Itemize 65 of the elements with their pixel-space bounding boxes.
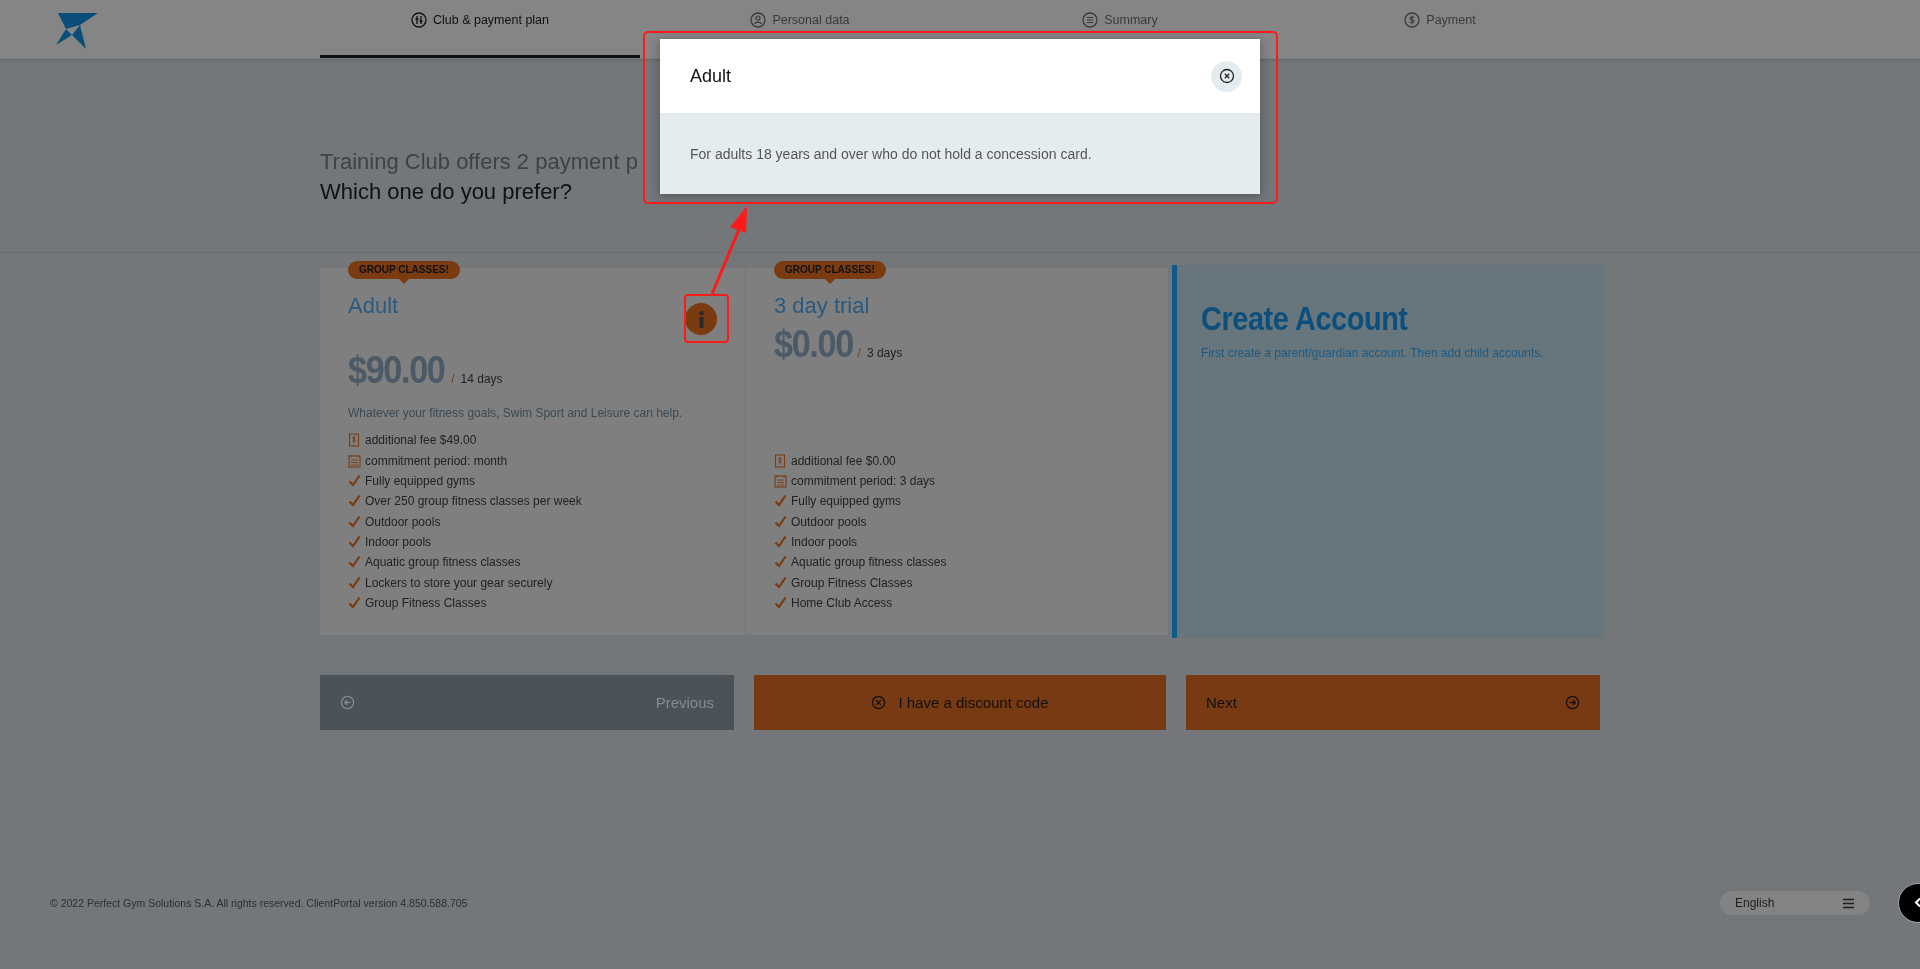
calendar-icon <box>348 453 361 468</box>
step-tab[interactable]: Personal data <box>750 11 850 29</box>
menu-icon <box>1842 897 1855 909</box>
feature-text: Outdoor pools <box>365 514 441 529</box>
list-icon <box>1082 12 1099 28</box>
info-button[interactable] <box>685 303 717 335</box>
plan-name: Adult <box>348 293 399 319</box>
check-icon <box>348 575 361 590</box>
plan-period: 3 days <box>866 346 903 360</box>
feature-text: commitment period: 3 days <box>791 474 936 489</box>
check-icon <box>774 555 787 570</box>
fee-receipt-icon <box>774 453 787 468</box>
check-icon <box>348 514 361 529</box>
check-icon <box>348 494 361 509</box>
intro-question: Which one do you prefer? <box>320 178 572 206</box>
check-icon <box>348 595 361 610</box>
check-icon <box>348 474 361 489</box>
sliders-icon <box>410 12 427 28</box>
panel-title: Create Account <box>1201 299 1409 338</box>
feature-text: Home Club Access <box>791 595 893 610</box>
next-button[interactable]: Next <box>1186 675 1600 730</box>
panel-text: First create a parent/guardian account. Then add child accounts. <box>1201 346 1545 360</box>
step-tab[interactable]: Club & payment plan <box>410 11 549 29</box>
check-icon <box>348 555 361 570</box>
plan-period: 14 days <box>460 372 503 386</box>
feature-text: Group Fitness Classes <box>791 575 913 590</box>
feature-text: Over 250 group fitness classes per week <box>365 494 582 509</box>
copyright-text: © 2022 Perfect Gym Solutions S.A. All rights reserved. ClientPortal version 4.850.588.705 <box>50 897 468 909</box>
check-icon <box>348 534 361 549</box>
person-icon <box>750 12 767 28</box>
modal-title: Adult <box>690 65 732 87</box>
check-icon <box>774 534 787 549</box>
language-select[interactable]: English <box>1720 891 1870 915</box>
check-icon <box>774 575 787 590</box>
check-icon <box>774 494 787 509</box>
step-tab[interactable]: Payment <box>1404 11 1476 29</box>
step-tab[interactable]: Summary <box>1082 11 1158 29</box>
feature-text: Aquatic group fitness classes <box>791 555 947 570</box>
feature-text: Fully equipped gyms <box>365 474 476 489</box>
fee-receipt-icon <box>348 433 361 448</box>
check-icon <box>774 514 787 529</box>
info-icon <box>698 310 704 328</box>
check-icon <box>774 595 787 610</box>
plan-description: Whatever your fitness goals, Swim Sport and Leisure can help. <box>348 406 684 420</box>
feature-text: additional fee $49.00 <box>365 433 477 448</box>
feature-text: additional fee $0.00 <box>791 453 896 468</box>
feature-text: Aquatic group fitness classes <box>365 555 521 570</box>
close-button[interactable] <box>1211 60 1242 92</box>
feature-text: Indoor pools <box>791 534 858 549</box>
feature-text: Indoor pools <box>365 534 432 549</box>
feature-text: Outdoor pools <box>791 514 867 529</box>
feature-text: commitment period: month <box>365 453 508 468</box>
close-icon <box>1218 68 1235 84</box>
dollar-icon <box>1404 12 1421 28</box>
previous-button[interactable]: Previous <box>320 675 734 730</box>
modal-text: For adults 18 years and over who do not hold a concession card. <box>660 113 1260 194</box>
feature-text: Group Fitness Classes <box>365 595 487 610</box>
feature-text: Lockers to store your gear securely <box>365 575 553 590</box>
annotation-frame <box>684 294 729 343</box>
plan-name: 3 day trial <box>774 293 870 319</box>
feature-text: Fully equipped gyms <box>791 494 902 509</box>
discount-button[interactable]: I have a discount code <box>754 675 1166 730</box>
calendar-icon <box>774 474 787 489</box>
price-separator: / <box>857 346 861 360</box>
price-separator: / <box>451 372 455 386</box>
